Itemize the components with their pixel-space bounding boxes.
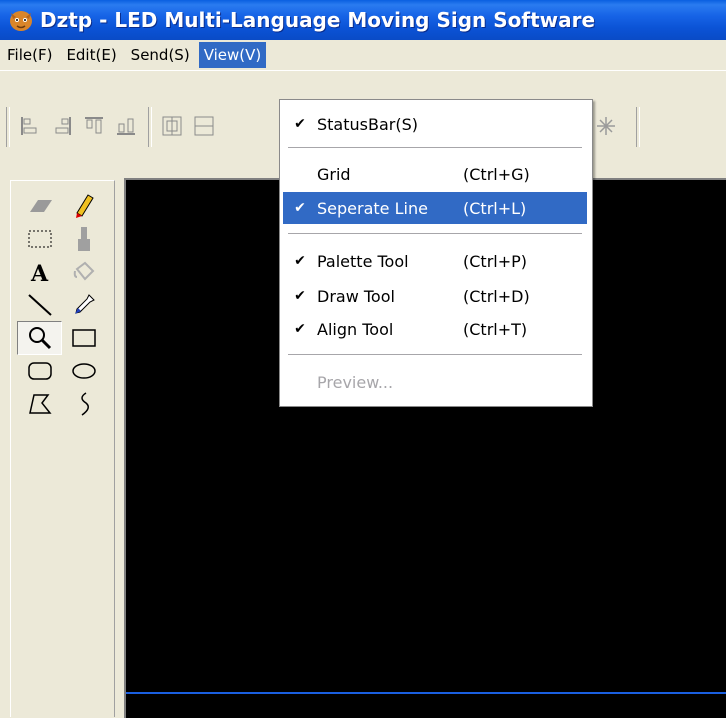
menu-item-label: Preview... [317, 372, 394, 392]
eyedropper-icon[interactable] [61, 288, 106, 322]
text-icon[interactable]: A [17, 255, 62, 289]
dztp-app-icon[interactable] [8, 7, 34, 33]
align-top-icon[interactable] [78, 109, 110, 143]
check-icon: ✔ [294, 200, 306, 216]
draw-tool-palette: A [10, 180, 115, 717]
view-menu-dropdown: ✔ StatusBar(S) Grid (Ctrl+G) ✔ Seperate … [279, 99, 593, 407]
menu-item-shortcut: (Ctrl+T) [463, 319, 528, 339]
align-right-icon[interactable] [46, 109, 78, 143]
menu-separator [288, 233, 582, 235]
title-bar[interactable]: Dztp - LED Multi-Language Moving Sign So… [0, 0, 726, 40]
toolbar-grip [6, 107, 10, 147]
check-icon: ✔ [294, 253, 306, 269]
rectangle-icon[interactable] [61, 321, 106, 355]
menu-file[interactable]: File(F) [2, 42, 57, 68]
line-icon[interactable] [17, 288, 62, 322]
menu-bar: File(F) Edit(E) Send(S) View(V) [0, 40, 726, 69]
align-left-icon[interactable] [14, 109, 46, 143]
polygon-icon[interactable] [17, 387, 62, 421]
menu-view[interactable]: View(V) [198, 41, 267, 68]
window-title: Dztp - LED Multi-Language Moving Sign So… [40, 8, 596, 32]
menu-item-label: Seperate Line [317, 198, 428, 218]
menu-item-label: Grid [317, 164, 351, 184]
pencil-icon[interactable] [61, 189, 106, 223]
brush-icon[interactable] [61, 222, 106, 256]
separate-line [126, 692, 726, 694]
eraser-icon[interactable] [17, 189, 62, 223]
menu-edit[interactable]: Edit(E) [61, 42, 121, 68]
sparkle-icon[interactable] [590, 109, 622, 143]
align-bottom-icon[interactable] [110, 109, 142, 143]
menu-item-label: Align Tool [317, 319, 394, 339]
zoom-icon[interactable] [17, 321, 62, 355]
menu-item-align-tool[interactable]: ✔ Align Tool (Ctrl+T) [283, 313, 587, 345]
rounded-rect-icon[interactable] [17, 354, 62, 388]
menu-separator [288, 354, 582, 356]
menu-item-label: Draw Tool [317, 286, 395, 306]
toolbar-separator [148, 107, 152, 147]
svg-text:A: A [30, 261, 49, 285]
menu-item-palette-tool[interactable]: ✔ Palette Tool (Ctrl+P) [283, 245, 587, 277]
menu-separator [288, 147, 582, 149]
check-icon: ✔ [294, 288, 306, 304]
menu-item-grid[interactable]: Grid (Ctrl+G) [283, 158, 587, 190]
center-vertical-icon[interactable] [188, 109, 220, 143]
menu-item-shortcut: (Ctrl+L) [463, 198, 527, 218]
toolbar-end-separator [636, 107, 640, 147]
menu-item-statusbar[interactable]: ✔ StatusBar(S) [283, 108, 587, 140]
check-icon: ✔ [294, 321, 306, 337]
menu-item-shortcut: (Ctrl+P) [463, 251, 528, 271]
menu-item-label: Palette Tool [317, 251, 409, 271]
menu-item-seperate-line[interactable]: ✔ Seperate Line (Ctrl+L) [283, 192, 587, 224]
menu-item-shortcut: (Ctrl+D) [463, 286, 530, 306]
center-horizontal-icon[interactable] [156, 109, 188, 143]
menu-item-shortcut: (Ctrl+G) [463, 164, 530, 184]
menu-item-label: StatusBar(S) [317, 114, 418, 134]
check-icon: ✔ [294, 116, 306, 132]
menu-item-preview[interactable]: Preview... [283, 366, 587, 398]
select-rect-icon[interactable] [17, 222, 62, 256]
curve-icon[interactable] [61, 387, 106, 421]
menu-item-draw-tool[interactable]: ✔ Draw Tool (Ctrl+D) [283, 280, 587, 312]
fill-bucket-icon[interactable] [61, 255, 106, 289]
menu-send[interactable]: Send(S) [126, 42, 195, 68]
ellipse-icon[interactable] [61, 354, 106, 388]
